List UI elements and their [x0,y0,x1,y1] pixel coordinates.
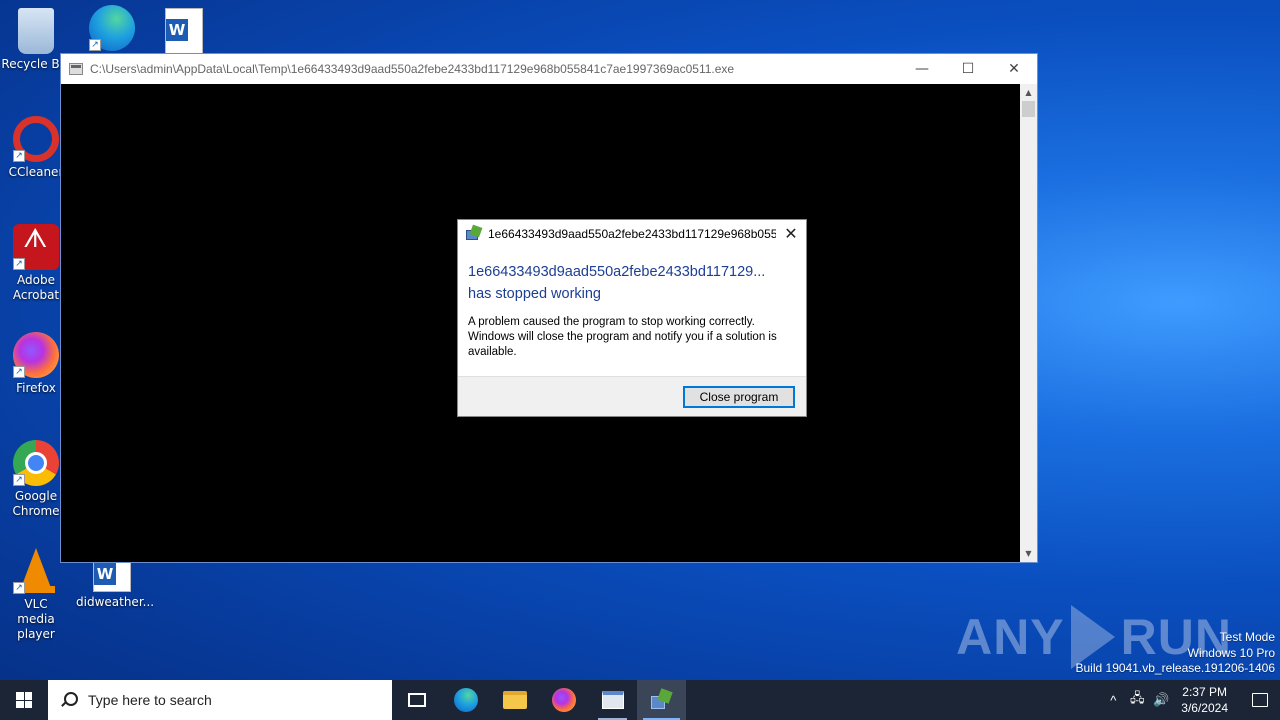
close-button[interactable]: ✕ [991,54,1037,84]
test-mode-label: Test Mode [1219,630,1275,644]
scroll-down-arrow-icon[interactable]: ▼ [1020,545,1037,562]
shortcut-arrow-icon: ↗ [13,474,25,486]
taskbar-search-box[interactable]: Type here to search [48,680,392,720]
taskbar: Type here to search ^ 🖧 🔊 2:37 PM 3/6/20… [0,680,1280,720]
notification-center-button[interactable] [1240,680,1280,720]
desktop-icon-edge[interactable]: ↗ [76,5,148,54]
taskbar-file-explorer[interactable] [490,680,539,720]
console-app-icon [601,691,624,709]
desktop-icon-label: Adobe Acrobat [12,273,60,302]
dialog-title: 1e66433493d9aad550a2febe2433bd117129e968… [488,227,776,241]
firefox-icon: ↗ [13,332,59,378]
start-button[interactable] [0,680,48,720]
ccleaner-icon: ↗ [13,116,59,162]
taskbar-edge[interactable] [441,680,490,720]
windows-logo-icon [16,692,32,708]
dialog-footer: Close program [458,376,806,416]
clock-date: 3/6/2024 [1181,701,1228,715]
edge-icon [453,688,478,712]
taskbar-console[interactable] [588,680,637,720]
desktop-icon-word-doc[interactable]: W [148,8,220,57]
clock[interactable]: 2:37 PM 3/6/2024 [1173,684,1240,716]
program-icon [650,688,673,710]
dialog-message: A problem caused the program to stop wor… [468,316,777,358]
dialog-heading-status: has stopped working [468,286,601,302]
notification-icon [1252,693,1268,707]
firefox-icon [551,688,576,712]
console-app-icon [69,63,83,75]
scroll-up-arrow-icon[interactable]: ▲ [1020,84,1037,101]
console-window-title: C:\Users\admin\AppData\Local\Temp\1e6643… [90,62,735,76]
system-info: Test Mode Windows 10 Pro Build 19041.vb_… [1076,630,1276,677]
dialog-close-icon[interactable]: ✕ [776,220,806,248]
minimize-button[interactable]: — [899,54,945,84]
tray-chevron-icon[interactable]: ^ [1101,693,1125,708]
console-scrollbar[interactable]: ▲ ▼ [1020,84,1037,562]
desktop-icon-label: VLC media player [17,597,55,641]
taskbar-error-program[interactable] [637,680,686,720]
shortcut-arrow-icon: ↗ [13,366,25,378]
search-icon [60,692,78,708]
console-titlebar[interactable]: C:\Users\admin\AppData\Local\Temp\1e6643… [61,54,1037,84]
search-placeholder: Type here to search [88,692,212,708]
desktop-icon-label: Google Chrome [12,489,60,518]
task-view-icon [407,693,426,707]
system-tray: ^ 🖧 🔊 2:37 PM 3/6/2024 [1101,680,1280,720]
shortcut-arrow-icon: ↗ [13,150,25,162]
shortcut-arrow-icon: ↗ [89,39,101,51]
recycle-bin-icon [18,8,54,54]
shortcut-arrow-icon: ↗ [13,258,25,270]
chrome-icon: ↗ [13,440,59,486]
adobe-acrobat-icon: ᗑ ↗ [13,224,59,270]
scroll-thumb[interactable] [1022,101,1035,117]
taskbar-firefox[interactable] [539,680,588,720]
close-program-button[interactable]: Close program [683,386,795,408]
dialog-titlebar[interactable]: 1e66433493d9aad550a2febe2433bd117129e968… [458,220,806,248]
folder-icon [502,691,527,709]
vlc-cone-icon: ↗ [13,548,59,594]
clock-time: 2:37 PM [1182,685,1227,699]
watermark-text-left: ANY [956,609,1065,665]
program-icon [466,224,483,242]
desktop-icon-didweather-doc[interactable]: W didweather... [76,556,155,610]
windows-edition-label: Windows 10 Pro [1187,645,1275,660]
shortcut-arrow-icon: ↗ [13,582,25,594]
desktop-icon-label: didweather... [76,595,155,609]
error-dialog[interactable]: 1e66433493d9aad550a2febe2433bd117129e968… [457,219,807,417]
volume-icon[interactable]: 🔊 [1149,692,1173,708]
dialog-heading: 1e66433493d9aad550a2febe2433bd117129... … [458,248,806,305]
edge-icon: ↗ [89,5,135,51]
maximize-button[interactable]: ☐ [945,54,991,84]
task-view-button[interactable] [392,680,441,720]
word-document-icon: W [165,8,203,54]
build-label: Build 19041.vb_release.191206-1406 [1075,661,1276,675]
network-icon[interactable]: 🖧 [1125,689,1149,711]
dialog-heading-program-name: 1e66433493d9aad550a2febe2433bd117129... [468,264,766,280]
